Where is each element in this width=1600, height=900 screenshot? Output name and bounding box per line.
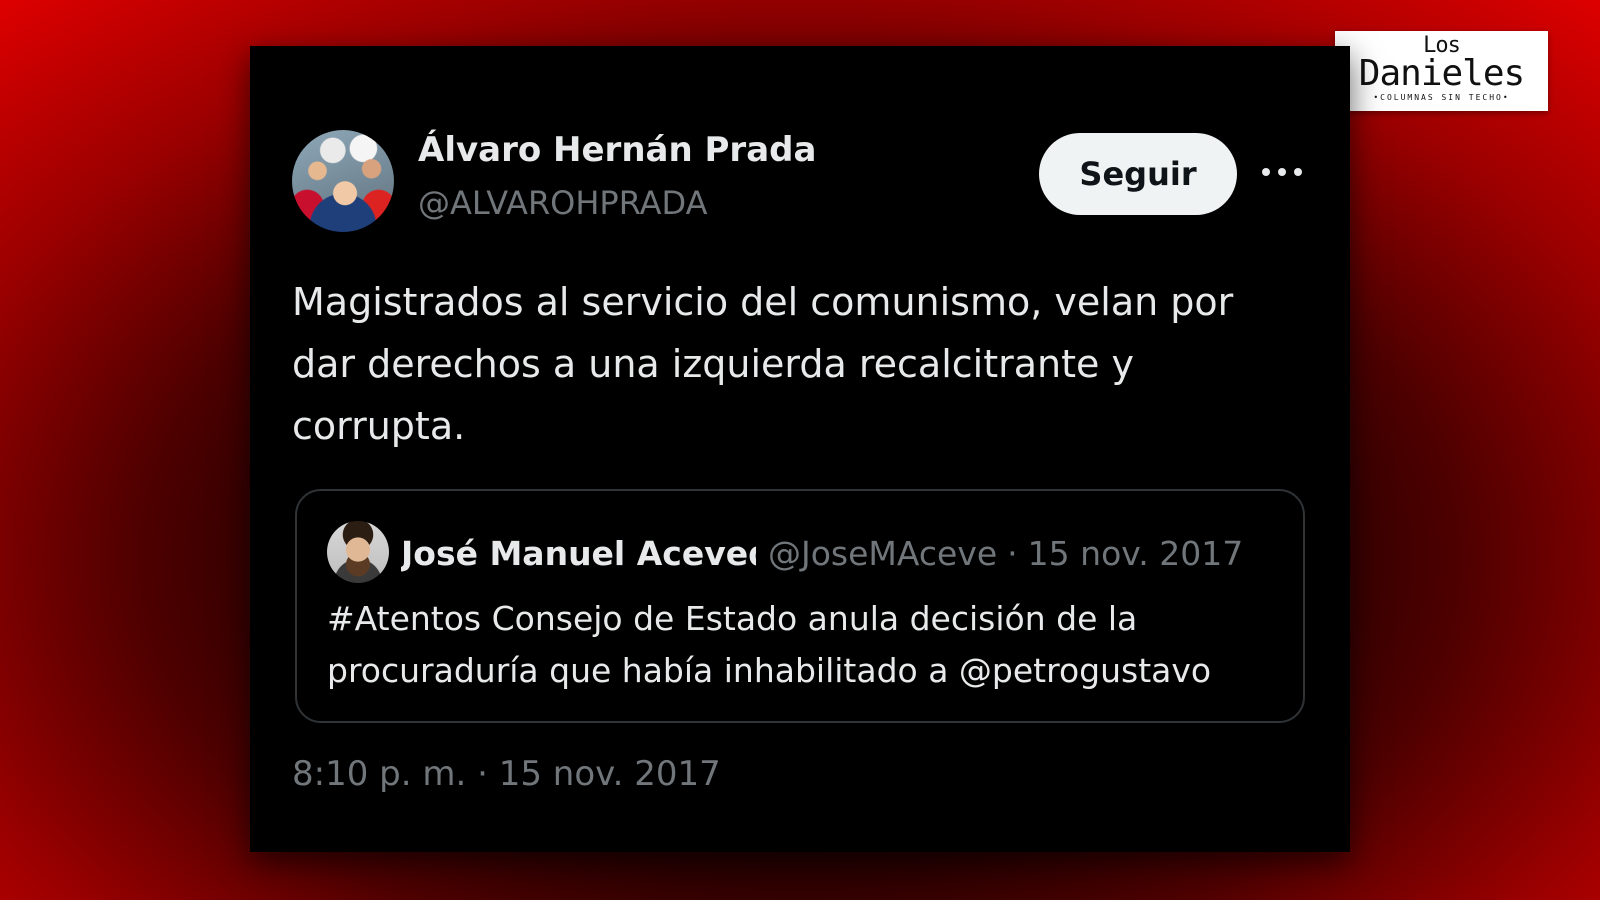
quoted-author-handle[interactable]: @JoseMAceve bbox=[768, 534, 997, 573]
quoted-tweet-text: #Atentos Consejo de Estado anula decisió… bbox=[327, 599, 1212, 690]
author-avatar[interactable] bbox=[292, 130, 394, 232]
quoted-tweet-header: José Manuel Acevedo @JoseMAceve · 15 nov… bbox=[401, 531, 1281, 575]
tweet-text: Magistrados al servicio del comunismo, v… bbox=[292, 280, 1234, 448]
quoted-author-name[interactable]: José Manuel Acevedo bbox=[401, 534, 756, 573]
author-handle[interactable]: @ALVAROHPRADA bbox=[418, 184, 708, 222]
more-dot bbox=[1262, 168, 1270, 176]
quoted-separator: · bbox=[1007, 533, 1018, 573]
author-name[interactable]: Álvaro Hernán Prada bbox=[418, 130, 816, 170]
more-options-icon[interactable] bbox=[1262, 154, 1302, 190]
quoted-tweet[interactable]: José Manuel Acevedo @JoseMAceve · 15 nov… bbox=[295, 489, 1305, 723]
quoted-date[interactable]: 15 nov. 2017 bbox=[1028, 534, 1244, 573]
quoted-author-avatar[interactable] bbox=[327, 521, 389, 583]
follow-button[interactable]: Seguir bbox=[1039, 133, 1237, 215]
tweet-card: Álvaro Hernán Prada @ALVAROHPRADA Seguir… bbox=[250, 46, 1350, 852]
more-dot bbox=[1278, 168, 1286, 176]
los-danieles-logo: Los Danieles •COLUMNAS SIN TECHO• bbox=[1335, 31, 1548, 111]
tweet-timestamp[interactable]: 8:10 p. m. · 15 nov. 2017 bbox=[292, 754, 721, 794]
logo-tagline: •COLUMNAS SIN TECHO• bbox=[1373, 93, 1510, 102]
more-dot bbox=[1294, 168, 1302, 176]
logo-line2: Danieles bbox=[1358, 53, 1525, 94]
